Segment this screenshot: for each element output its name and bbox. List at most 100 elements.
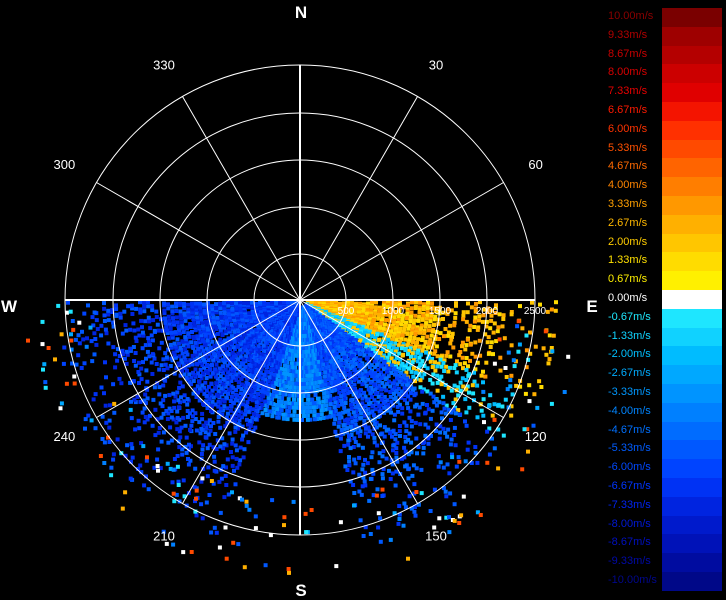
legend-swatch — [662, 572, 722, 591]
echo-pixel — [217, 479, 222, 484]
echo-pixel — [69, 332, 73, 337]
echo-pixel — [118, 311, 123, 316]
echo-pixel — [202, 308, 207, 313]
echo-pixel — [375, 443, 380, 448]
echo-pixel — [189, 423, 194, 428]
echo-pixel — [56, 303, 61, 308]
bearing-label-120: 120 — [525, 429, 547, 444]
echo-pixel — [163, 362, 168, 367]
echo-pixel — [59, 401, 64, 406]
echo-pixel — [199, 452, 204, 456]
legend-entry: 2.00m/s — [606, 233, 722, 253]
echo-pixel — [126, 304, 131, 309]
echo-pixel — [129, 399, 133, 404]
legend-label: 1.33m/s — [608, 254, 648, 267]
legend-entry: 4.67m/s — [606, 158, 722, 178]
echo-pixel — [175, 464, 180, 469]
echo-pixel — [432, 317, 437, 322]
echo-pixel — [369, 305, 374, 310]
echo-pixel — [84, 344, 89, 349]
echo-pixel — [454, 370, 459, 375]
azimuth-spoke — [299, 96, 418, 301]
echo-pixel — [475, 415, 480, 420]
echo-pixel — [439, 364, 444, 369]
echo-pixel — [435, 364, 440, 369]
echo-pixel — [445, 434, 450, 439]
legend-label: -7.33m/s — [608, 498, 651, 511]
echo-pixel — [230, 350, 235, 355]
echo-pixel — [200, 516, 205, 521]
echo-pixel — [501, 433, 506, 438]
echo-pixel — [533, 344, 538, 349]
echo-pixel — [400, 411, 405, 416]
echo-pixel — [400, 353, 405, 358]
echo-pixel — [487, 404, 491, 409]
ppi-plot[interactable]: N E S W 500 1000 1500 2000 25003060120150210… — [0, 0, 600, 600]
echo-pixel — [360, 377, 365, 382]
echo-pixel — [312, 413, 317, 418]
echo-pixel — [115, 437, 120, 442]
echo-pixel — [172, 341, 177, 346]
echo-pixel — [464, 367, 469, 372]
echo-pixel — [230, 455, 235, 460]
echo-pixel — [375, 487, 380, 492]
echo-pixel — [407, 431, 412, 436]
echo-pixel — [107, 425, 112, 430]
echo-pixel — [400, 406, 405, 411]
echo-pixel — [161, 383, 166, 388]
echo-pixel — [93, 426, 98, 431]
echo-pixel — [348, 424, 353, 429]
echo-pixel — [312, 376, 317, 381]
echo-pixel — [360, 445, 365, 450]
echo-pixel — [224, 556, 229, 561]
echo-pixel — [270, 414, 275, 419]
echo-pixel — [492, 402, 497, 407]
echo-pixel — [184, 450, 189, 455]
echo-pixel — [169, 438, 174, 443]
echo-pixel — [209, 530, 214, 535]
echo-pixel — [244, 503, 249, 508]
echo-pixel — [69, 338, 74, 343]
echo-pixel — [197, 440, 202, 445]
echo-pixel — [86, 413, 91, 418]
legend-swatch — [662, 346, 722, 366]
echo-pixel — [319, 412, 324, 417]
echo-pixel — [176, 405, 181, 410]
echo-pixel — [255, 392, 260, 396]
echo-pixel — [111, 457, 116, 462]
echo-pixel — [173, 330, 178, 335]
legend-swatch — [662, 26, 722, 46]
echo-pixel — [186, 457, 190, 461]
echo-pixel — [501, 313, 506, 318]
echo-pixel — [66, 300, 70, 305]
echo-pixel — [178, 345, 183, 350]
echo-pixel — [453, 411, 458, 416]
echo-pixel — [142, 406, 147, 411]
echo-pixel — [492, 417, 497, 422]
echo-pixel — [247, 311, 252, 316]
echo-pixel — [409, 369, 414, 374]
legend-swatch — [662, 290, 722, 309]
echo-pixel — [339, 394, 344, 399]
echo-pixel — [214, 362, 219, 367]
echo-pixel — [228, 347, 232, 352]
echo-pixel — [485, 429, 490, 434]
echo-pixel — [82, 311, 87, 316]
echo-pixel — [159, 439, 164, 444]
echo-pixel — [357, 352, 362, 357]
echo-pixel — [224, 483, 229, 487]
echo-pixel — [453, 315, 458, 320]
legend-swatch — [662, 496, 722, 516]
echo-pixel — [353, 461, 358, 466]
echo-pixel — [393, 483, 398, 488]
echo-pixel — [285, 409, 290, 413]
echo-pixel — [186, 331, 191, 336]
echo-pixel — [217, 545, 222, 550]
legend-entry: -10.00m/s — [606, 572, 722, 591]
echo-pixel — [292, 409, 297, 414]
echo-pixel — [164, 324, 169, 329]
echo-pixel — [133, 351, 138, 355]
echo-pixel — [286, 567, 291, 571]
legend-entry: 1.33m/s — [606, 252, 722, 272]
echo-pixel — [190, 344, 195, 349]
